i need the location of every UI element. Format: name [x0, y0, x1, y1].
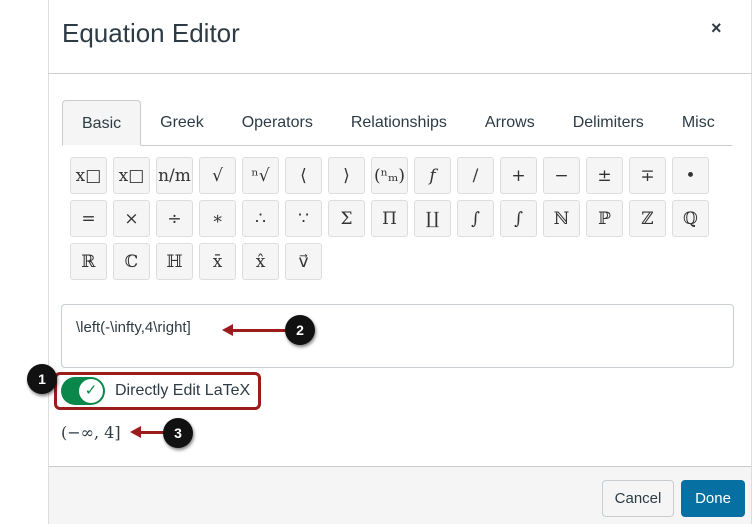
divider [48, 73, 752, 74]
symbol-button[interactable]: = [70, 200, 107, 237]
tab-relationships[interactable]: Relationships [332, 100, 466, 145]
symbol-button[interactable]: ℙ [586, 200, 623, 237]
close-icon[interactable]: × [711, 18, 722, 39]
symbol-button[interactable]: ∵ [285, 200, 322, 237]
symbol-button[interactable]: ⁿ√ [242, 157, 279, 194]
symbol-button[interactable]: ÷ [156, 200, 193, 237]
symbol-button[interactable]: ∫ [500, 200, 537, 237]
tab-operators[interactable]: Operators [223, 100, 332, 145]
tab-basic[interactable]: Basic [62, 100, 142, 146]
symbol-button[interactable]: ℂ [113, 243, 150, 280]
dialog-title: Equation Editor [62, 18, 240, 48]
symbol-button[interactable]: ℚ [672, 200, 709, 237]
symbol-button[interactable]: ⟩ [328, 157, 365, 194]
rendered-equation: (−∞, 4] [61, 423, 121, 442]
symbol-button[interactable]: ⟨ [285, 157, 322, 194]
symbol-button[interactable]: / [457, 157, 494, 194]
callout-3: 3 [163, 418, 193, 448]
symbol-button[interactable]: x□ [113, 157, 150, 194]
symbol-button[interactable]: x̂ [242, 243, 279, 280]
symbol-button[interactable]: × [113, 200, 150, 237]
tab-misc[interactable]: Misc [663, 100, 734, 145]
symbol-button[interactable]: ℤ [629, 200, 666, 237]
symbol-grid: x□ x□ n/m √ ⁿ√ ⟨ ⟩ (ⁿₘ) 𝑓 / + − ± ∓ • = × ÷ ∗ ∴ ∵ Σ Π ∐ ∫ ∫ ℕ ℙ ℤ ℚ ℝ ℂ… [70, 157, 730, 280]
symbol-button[interactable]: ∗ [199, 200, 236, 237]
latex-toggle[interactable]: ✓ [61, 377, 105, 405]
check-icon: ✓ [79, 379, 103, 403]
symbol-button[interactable]: ∫ [457, 200, 494, 237]
symbol-button[interactable]: x̄ [199, 243, 236, 280]
symbol-button[interactable]: ± [586, 157, 623, 194]
arrow-icon [222, 324, 287, 336]
tab-greek[interactable]: Greek [141, 100, 223, 145]
done-button[interactable]: Done [681, 480, 745, 517]
symbol-button[interactable]: Σ [328, 200, 365, 237]
symbol-button[interactable]: n/m [156, 157, 193, 194]
latex-input[interactable]: \left(-\infty,4\right] [61, 304, 734, 368]
tab-bar: Basic Greek Operators Relationships Arro… [62, 100, 732, 146]
symbol-button[interactable]: ℕ [543, 200, 580, 237]
symbol-button[interactable]: 𝑓 [414, 157, 451, 194]
symbol-button[interactable]: x□ [70, 157, 107, 194]
symbol-button[interactable]: ℍ [156, 243, 193, 280]
symbol-button[interactable]: Π [371, 200, 408, 237]
symbol-button[interactable]: + [500, 157, 537, 194]
symbol-button[interactable]: − [543, 157, 580, 194]
tab-arrows[interactable]: Arrows [466, 100, 554, 145]
symbol-button[interactable]: ∐ [414, 200, 451, 237]
symbol-button[interactable]: • [672, 157, 709, 194]
symbol-button[interactable]: ∓ [629, 157, 666, 194]
callout-1: 1 [27, 364, 57, 394]
callout-2: 2 [285, 315, 315, 345]
symbol-button[interactable]: ℝ [70, 243, 107, 280]
symbol-button[interactable]: ∴ [242, 200, 279, 237]
symbol-button[interactable]: √ [199, 157, 236, 194]
toggle-label: Directly Edit LaTeX [115, 382, 251, 399]
symbol-button[interactable]: v⃗ [285, 243, 322, 280]
cancel-button[interactable]: Cancel [602, 480, 674, 517]
tab-delimiters[interactable]: Delimiters [554, 100, 663, 145]
symbol-button[interactable]: (ⁿₘ) [371, 157, 408, 194]
